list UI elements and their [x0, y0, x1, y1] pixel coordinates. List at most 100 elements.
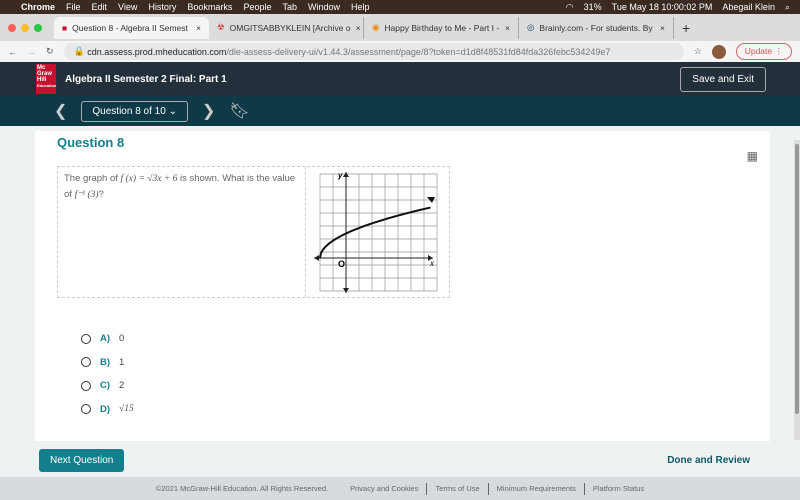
new-tab-button[interactable]: + [682, 20, 690, 36]
question-text: The graph of f (x) = √3x + 6 is shown. W… [58, 167, 306, 297]
close-tab-icon[interactable]: × [505, 23, 510, 33]
menu-tab[interactable]: Tab [282, 2, 297, 12]
choice-letter: D) [100, 403, 111, 415]
radio-button[interactable] [81, 404, 91, 415]
browser-tab[interactable]: ◎ Brainly.com - For students. By × [519, 16, 674, 39]
choice-d[interactable]: D) √15 [81, 398, 134, 422]
browser-tab[interactable]: ■ Question 8 - Algebra II Semest × [54, 16, 209, 39]
tab-label: OMGITSABBYKLEIN [Archive o [229, 22, 351, 33]
terms-link[interactable]: Terms of Use [435, 484, 479, 493]
menu-file[interactable]: File [66, 2, 81, 12]
close-tab-icon[interactable]: × [196, 23, 201, 33]
menu-help[interactable]: Help [351, 2, 370, 12]
tab-label: Happy Birthday to Me - Part I - [384, 22, 500, 33]
question-nav: ❮ Question 8 of 10 ⌄ ❯ 🔖︎ [0, 96, 800, 126]
page-footer: ©2021 McGraw-Hill Education. All Rights … [0, 477, 800, 500]
question-stem: The graph of f (x) = √3x + 6 is shown. W… [57, 166, 450, 298]
question-title: Question 8 [57, 135, 125, 150]
favicon-icon: ◉ [372, 22, 380, 32]
previous-question-icon[interactable]: ❮ [54, 101, 67, 121]
function-expression: f (x) = √3x + 6 [120, 174, 178, 184]
app-header: Mc Graw Hill Education Algebra II Semester … [0, 62, 800, 96]
tab-strip: ■ Question 8 - Algebra II Semest × ☢ OMGITS… [0, 14, 800, 41]
y-axis-label: y [337, 171, 343, 180]
close-window-button[interactable] [8, 23, 16, 32]
choice-value: 1 [119, 356, 125, 368]
wifi-icon[interactable]: ◠ [566, 2, 574, 13]
menu-view[interactable]: View [118, 2, 137, 12]
url-host: cdn.assess.prod.mheducation.com [87, 46, 227, 57]
next-question-button[interactable]: Next Question [39, 449, 125, 472]
next-question-icon[interactable]: ❯ [202, 101, 215, 121]
function-graph: y x O [314, 171, 438, 293]
text-part: The graph of [64, 173, 121, 184]
menu-bookmarks[interactable]: Bookmarks [187, 2, 232, 12]
update-label: Update [744, 46, 773, 56]
menu-window[interactable]: Window [308, 2, 340, 12]
choice-value: 2 [119, 380, 125, 392]
menu-edit[interactable]: Edit [92, 2, 108, 12]
copyright: ©2021 McGraw-Hill Education. All Rights … [155, 484, 329, 493]
graph-figure: y x O [306, 167, 449, 297]
url-input[interactable]: 🔒 cdn.assess.prod.mheducation.com/dle-as… [63, 43, 684, 60]
choice-c[interactable]: C) 2 [81, 374, 134, 398]
back-icon[interactable]: ← [8, 47, 17, 57]
close-tab-icon[interactable]: × [356, 23, 361, 33]
choice-letter: B) [100, 356, 111, 368]
choice-letter: A) [100, 333, 111, 345]
text-part: ? [98, 189, 104, 200]
clock[interactable]: Tue May 18 10:00:02 PM [612, 2, 713, 13]
radio-button[interactable] [81, 333, 91, 344]
answer-choices: A) 0 B) 1 C) 2 D) √15 [81, 327, 134, 421]
menu-people[interactable]: People [243, 2, 271, 12]
choice-a[interactable]: A) 0 [81, 327, 134, 351]
privacy-link[interactable]: Privacy and Cookies [350, 484, 418, 493]
user-name[interactable]: Abegail Klein [722, 2, 775, 13]
mac-menubar: Chrome File Edit View History Bookmarks … [0, 0, 800, 14]
assessment-title: Algebra II Semester 2 Final: Part 1 [65, 73, 227, 85]
zoom-window-button[interactable] [34, 23, 42, 32]
minimize-window-button[interactable] [21, 23, 29, 32]
question-panel: Question 8 ▦ The graph of f (x) = √3x + … [35, 131, 770, 441]
choice-value: 0 [119, 333, 125, 345]
menu-app[interactable]: Chrome [21, 2, 55, 12]
question-select[interactable]: Question 8 of 10 ⌄ [81, 100, 188, 122]
battery-level[interactable]: 31% [584, 2, 602, 13]
address-bar-row: ← → ↻ 🔒 cdn.assess.prod.mheducation.com /… [0, 41, 800, 62]
bookmark-star-icon[interactable]: ☆ [694, 46, 702, 57]
favicon-icon: ☢ [217, 22, 225, 32]
browser-tab[interactable]: ☢ OMGITSABBYKLEIN [Archive o × [209, 16, 364, 39]
mcgraw-hill-logo: Mc Graw Hill Education [36, 64, 56, 94]
mh-favicon-icon: ■ [62, 22, 68, 33]
save-and-exit-button[interactable]: Save and Exit [680, 66, 766, 92]
choice-b[interactable]: B) 1 [81, 351, 134, 375]
question-select-label: Question 8 of 10 [92, 105, 166, 117]
forward-icon[interactable]: → [27, 47, 36, 57]
platform-status-link[interactable]: Platform Status [593, 484, 644, 493]
chevron-down-icon: ⌄ [168, 105, 177, 117]
inverse-expression: f⁻¹ (3) [74, 190, 99, 200]
choice-letter: C) [100, 380, 111, 392]
update-button[interactable]: Update ⋮ [735, 43, 792, 60]
window-controls [8, 23, 42, 32]
origin-label: O [338, 259, 345, 269]
x-axis-label: x [429, 259, 435, 268]
requirements-link[interactable]: Minimum Requirements [497, 484, 576, 493]
search-icon[interactable]: ⌕ [785, 2, 790, 13]
url-path: /dle-assess-delivery-ui/v1.44.3/assessme… [226, 46, 611, 57]
scrollbar[interactable] [794, 140, 800, 440]
calculator-icon[interactable]: ▦ [747, 149, 758, 163]
tab-label: Question 8 - Algebra II Semest [72, 22, 188, 33]
close-tab-icon[interactable]: × [660, 23, 665, 33]
radio-button[interactable] [81, 357, 91, 368]
function-curve [319, 206, 431, 259]
bookmark-icon[interactable]: 🔖︎ [229, 101, 249, 121]
done-and-review-link[interactable]: Done and Review [667, 455, 750, 466]
reload-icon[interactable]: ↻ [46, 46, 54, 57]
profile-avatar[interactable] [711, 44, 726, 59]
tab-label: Brainly.com - For students. By [539, 22, 653, 33]
choice-value: √15 [119, 404, 134, 415]
radio-button[interactable] [81, 380, 91, 391]
menu-history[interactable]: History [148, 2, 176, 12]
browser-tab[interactable]: ◉ Happy Birthday to Me - Part I - × [364, 16, 519, 39]
